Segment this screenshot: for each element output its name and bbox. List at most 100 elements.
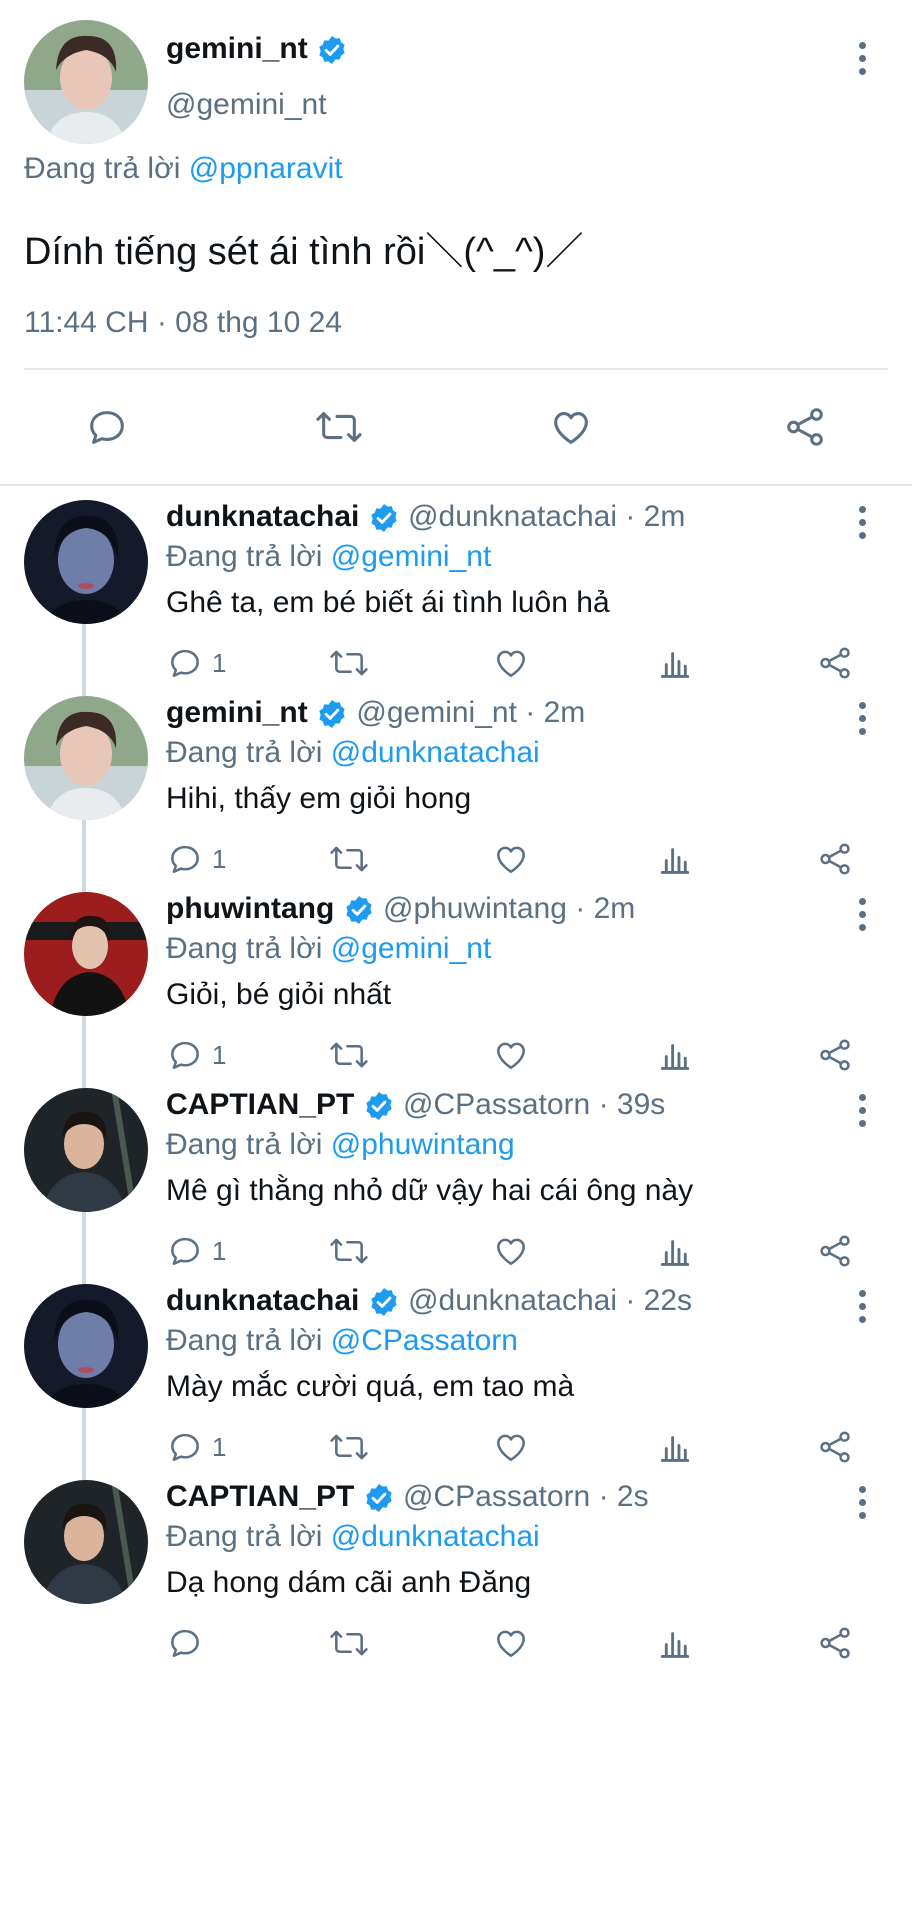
share-button[interactable] (816, 840, 854, 878)
like-icon (497, 1238, 525, 1265)
display-name[interactable]: CAPTIAN_PT (166, 1480, 354, 1513)
share-button[interactable] (816, 1428, 854, 1466)
more-options-icon[interactable] (852, 698, 872, 738)
more-options-icon[interactable] (852, 1286, 872, 1326)
retweet-button[interactable] (328, 1232, 370, 1270)
more-options-icon[interactable] (852, 894, 872, 934)
reply-header: gemini_nt @gemini_nt · 2m (166, 696, 585, 730)
reply-button[interactable]: 1 (166, 840, 226, 878)
reply-timestamp[interactable]: 22s (644, 1284, 692, 1317)
share-button[interactable] (816, 1036, 854, 1074)
replying-to-label: Đang trả lời (166, 1324, 323, 1357)
like-icon (497, 650, 525, 677)
views-button[interactable] (656, 1232, 694, 1270)
reply-button[interactable] (166, 1624, 212, 1662)
share-button[interactable] (816, 1624, 854, 1662)
handle[interactable]: @gemini_nt (166, 88, 327, 122)
reply-timestamp[interactable]: 2m (644, 500, 686, 533)
replying-to-link[interactable]: @dunknatachai (331, 1520, 540, 1553)
replying-to-label: Đang trả lời (166, 932, 323, 965)
separator: · (617, 1284, 644, 1317)
handle[interactable]: @CPassatorn (403, 1480, 590, 1513)
replying-to-link[interactable]: @phuwintang (331, 1128, 515, 1161)
like-button[interactable] (492, 1036, 530, 1074)
retweet-button[interactable] (328, 1428, 370, 1466)
avatar[interactable] (24, 892, 148, 1016)
more-options-icon[interactable] (852, 1482, 872, 1522)
reply-button[interactable]: 1 (166, 644, 226, 682)
reply-timestamp[interactable]: 2m (594, 892, 636, 925)
reply-count: 1 (212, 1235, 227, 1266)
tweet-timestamp[interactable]: 11:44 CH · 08 thg 10 24 (24, 306, 342, 340)
reply-timestamp[interactable]: 2s (617, 1480, 649, 1513)
replying-to-link[interactable]: @CPassatorn (331, 1324, 518, 1357)
handle[interactable]: @CPassatorn (403, 1088, 590, 1121)
separator: · (590, 1088, 617, 1121)
like-button[interactable] (492, 840, 530, 878)
reply-timestamp[interactable]: 39s (617, 1088, 665, 1121)
reply-header: CAPTIAN_PT @CPassatorn · 2s (166, 1480, 649, 1514)
share-icon (820, 1235, 850, 1267)
more-options-icon[interactable] (852, 1090, 872, 1130)
avatar[interactable] (24, 1284, 148, 1408)
reply-tweet[interactable]: CAPTIAN_PT @CPassatorn · 2s Đang trả lời… (0, 1466, 912, 1706)
retweet-button[interactable] (314, 404, 364, 450)
share-button[interactable] (816, 1232, 854, 1270)
replying-to-link[interactable]: @gemini_nt (331, 540, 492, 573)
like-button[interactable] (492, 644, 530, 682)
replying-to-link[interactable]: @gemini_nt (331, 932, 492, 965)
reply-button[interactable]: 1 (166, 1232, 226, 1270)
main-tweet: gemini_nt @gemini_nt Đang trả lời @ppnar… (0, 0, 912, 484)
handle[interactable]: @dunknatachai (408, 500, 617, 533)
retweet-button[interactable] (328, 1624, 370, 1662)
reply-header: dunknatachai @dunknatachai · 2m (166, 500, 685, 534)
share-button[interactable] (816, 644, 854, 682)
like-icon (497, 1434, 525, 1461)
share-button[interactable] (782, 404, 828, 450)
reply-count: 1 (212, 843, 227, 874)
reply-button[interactable] (84, 404, 130, 450)
like-button[interactable] (492, 1232, 530, 1270)
like-button[interactable] (548, 404, 594, 450)
verified-badge-icon (319, 36, 345, 65)
replying-to-link[interactable]: @dunknatachai (331, 736, 540, 769)
reply-text: Ghê ta, em bé biết ái tình luôn hả (166, 586, 610, 619)
reply-button[interactable]: 1 (166, 1428, 226, 1466)
avatar[interactable] (24, 696, 148, 820)
display-name[interactable]: dunknatachai (166, 1284, 359, 1317)
reply-button[interactable]: 1 (166, 1036, 226, 1074)
reply-icon (171, 845, 199, 873)
like-button[interactable] (492, 1624, 530, 1662)
reply-count: 1 (212, 1039, 227, 1070)
replying-to-link[interactable]: @ppnaravit (189, 152, 343, 185)
views-button[interactable] (656, 1036, 694, 1074)
views-button[interactable] (656, 1428, 694, 1466)
display-name[interactable]: gemini_nt (166, 32, 308, 65)
avatar[interactable] (24, 1480, 148, 1604)
share-icon (820, 1627, 850, 1659)
retweet-icon (316, 412, 362, 442)
retweet-button[interactable] (328, 840, 370, 878)
like-button[interactable] (492, 1428, 530, 1466)
handle[interactable]: @phuwintang (383, 892, 567, 925)
display-name[interactable]: CAPTIAN_PT (166, 1088, 354, 1121)
handle[interactable]: @gemini_nt (356, 696, 517, 729)
avatar[interactable] (24, 20, 148, 144)
more-options-icon[interactable] (852, 502, 872, 542)
divider (24, 368, 888, 370)
avatar[interactable] (24, 500, 148, 624)
display-name[interactable]: phuwintang (166, 892, 334, 925)
verified-badge-icon (366, 1092, 392, 1121)
like-icon (554, 412, 588, 444)
display-name[interactable]: dunknatachai (166, 500, 359, 533)
retweet-button[interactable] (328, 1036, 370, 1074)
display-name[interactable]: gemini_nt (166, 696, 308, 729)
more-options-icon[interactable] (852, 38, 872, 78)
views-button[interactable] (656, 840, 694, 878)
views-button[interactable] (656, 1624, 694, 1662)
retweet-button[interactable] (328, 644, 370, 682)
handle[interactable]: @dunknatachai (408, 1284, 617, 1317)
avatar[interactable] (24, 1088, 148, 1212)
views-button[interactable] (656, 644, 694, 682)
reply-timestamp[interactable]: 2m (544, 696, 586, 729)
